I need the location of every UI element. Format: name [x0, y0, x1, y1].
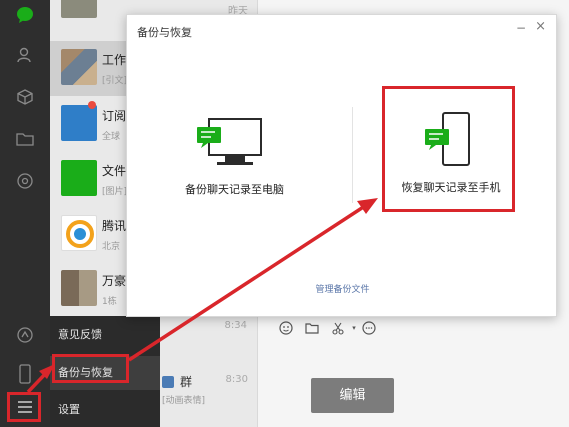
chat-name: 万豪	[102, 274, 127, 288]
close-icon[interactable]: ×	[535, 19, 546, 34]
chat-preview: 北京	[102, 242, 121, 252]
subscription-icon	[61, 105, 97, 141]
highlight-box-menu-icon	[7, 392, 41, 422]
emoji-icon[interactable]	[278, 320, 294, 336]
highlight-box-menu-item	[52, 354, 129, 383]
menu-item-settings[interactable]: 设置	[50, 393, 160, 427]
chat-preview: [引文]	[102, 76, 128, 86]
backup-to-pc-label: 备份聊天记录至电脑	[185, 183, 284, 196]
computer-monitor-icon	[196, 118, 262, 165]
chat-time: 8:34	[224, 320, 247, 331]
tencent-news-icon	[61, 215, 97, 251]
folder-icon[interactable]	[304, 320, 320, 336]
screenshot-scissors-icon[interactable]	[330, 320, 346, 336]
avatar	[61, 49, 97, 85]
contacts-icon[interactable]	[0, 40, 50, 70]
highlight-box-restore	[382, 86, 515, 212]
chat-time: 8:30	[225, 374, 248, 385]
dialog-title: 备份与恢复	[137, 26, 192, 39]
chat-preview: 1栋	[102, 297, 117, 307]
unread-dot	[88, 101, 96, 109]
minimize-icon[interactable]: −	[516, 21, 526, 35]
favorites-cube-icon[interactable]	[0, 82, 50, 112]
chat-preview: 全球	[102, 132, 121, 142]
chat-name: 群	[180, 375, 193, 389]
left-navigation-bar	[0, 0, 50, 427]
file-transfer-icon	[61, 160, 97, 196]
avatar	[61, 270, 97, 306]
group-icon	[162, 376, 174, 388]
chat-preview: [动画表情]	[162, 396, 206, 406]
divider	[352, 107, 353, 203]
avatar	[61, 0, 97, 18]
manage-backup-files-link[interactable]: 管理备份文件	[127, 282, 558, 295]
phone-icon[interactable]	[0, 359, 50, 389]
chat-name: 订阅	[102, 109, 127, 123]
chat-bubble-icon[interactable]	[361, 320, 377, 336]
mini-program-icon[interactable]	[0, 320, 50, 350]
input-toolbar: ▾	[258, 318, 569, 340]
backup-to-pc-option[interactable]: 备份聊天记录至电脑	[167, 115, 302, 197]
menu-item-feedback[interactable]: 意见反馈	[50, 318, 160, 352]
chat-name: 文件	[102, 164, 127, 178]
edit-button[interactable]: 编辑	[311, 378, 394, 413]
chat-name: 工作	[102, 53, 127, 67]
chat-icon[interactable]	[0, 0, 50, 30]
chevron-down-icon[interactable]: ▾	[346, 320, 362, 336]
chat-name: 腾讯	[102, 219, 127, 233]
moments-aperture-icon[interactable]	[0, 166, 50, 196]
chat-preview: [图片]	[102, 187, 128, 197]
folder-icon[interactable]	[0, 124, 50, 154]
